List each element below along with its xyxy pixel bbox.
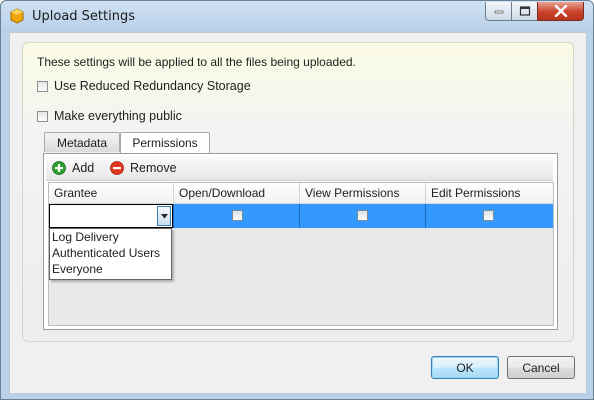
view-permissions-cell [300, 204, 426, 228]
app-icon [10, 8, 24, 24]
grantee-cell [49, 204, 174, 228]
add-button[interactable]: Add [52, 159, 94, 177]
permissions-grid: Grantee Open/Download View Permissions E… [48, 182, 554, 326]
title-bar[interactable]: Upload Settings [1, 1, 593, 33]
column-header-grantee[interactable]: Grantee [49, 183, 174, 203]
ok-button[interactable]: OK [431, 356, 499, 379]
reduced-redundancy-option[interactable]: Use Reduced Redundancy Storage [37, 79, 251, 93]
dialog-content: These settings will be applied to all th… [9, 32, 587, 394]
tab-metadata[interactable]: Metadata [44, 132, 120, 152]
remove-button[interactable]: Remove [110, 159, 177, 177]
remove-icon [110, 161, 124, 175]
maximize-button[interactable] [511, 2, 538, 21]
close-icon [554, 5, 567, 17]
tab-permissions[interactable]: Permissions [120, 132, 210, 153]
chevron-down-icon [161, 214, 168, 219]
make-public-label: Make everything public [54, 109, 182, 123]
maximize-icon [519, 6, 530, 16]
column-header-view-permissions[interactable]: View Permissions [300, 183, 426, 203]
upload-settings-window: Upload Settings These settings will be a… [0, 0, 594, 400]
dropdown-option-everyone[interactable]: Everyone [52, 262, 103, 276]
dropdown-option-log-delivery[interactable]: Log Delivery [52, 230, 119, 244]
minimize-icon [494, 10, 503, 14]
view-permissions-checkbox[interactable] [357, 210, 368, 221]
dropdown-option-authenticated-users[interactable]: Authenticated Users [52, 246, 160, 260]
reduced-redundancy-checkbox[interactable] [37, 80, 48, 92]
settings-panel: These settings will be applied to all th… [22, 42, 574, 342]
permissions-toolbar: Add Remove [46, 156, 553, 181]
make-public-option[interactable]: Make everything public [37, 109, 182, 123]
remove-label: Remove [130, 161, 177, 175]
window-title: Upload Settings [32, 9, 136, 24]
table-row[interactable] [49, 204, 553, 228]
make-public-checkbox[interactable] [37, 110, 48, 122]
cancel-button[interactable]: Cancel [507, 356, 575, 379]
info-text: These settings will be applied to all th… [37, 55, 356, 69]
open-download-checkbox[interactable] [232, 210, 243, 221]
grantee-dropdown-button[interactable] [157, 206, 171, 226]
grantee-combobox[interactable] [49, 204, 173, 228]
add-icon [52, 161, 66, 175]
reduced-redundancy-label: Use Reduced Redundancy Storage [54, 79, 251, 93]
minimize-button[interactable] [485, 2, 512, 21]
close-button[interactable] [537, 2, 584, 21]
column-header-edit-permissions[interactable]: Edit Permissions [426, 183, 553, 203]
grid-header: Grantee Open/Download View Permissions E… [49, 183, 553, 204]
add-label: Add [72, 161, 95, 175]
edit-permissions-checkbox[interactable] [483, 210, 494, 221]
edit-permissions-cell [426, 204, 553, 228]
permissions-tab-panel: Add Remove Grantee Open/Download View Pe… [43, 153, 558, 330]
open-download-cell [174, 204, 300, 228]
column-header-open-download[interactable]: Open/Download [174, 183, 300, 203]
grantee-dropdown-list: Log Delivery Authenticated Users Everyon… [49, 228, 172, 280]
